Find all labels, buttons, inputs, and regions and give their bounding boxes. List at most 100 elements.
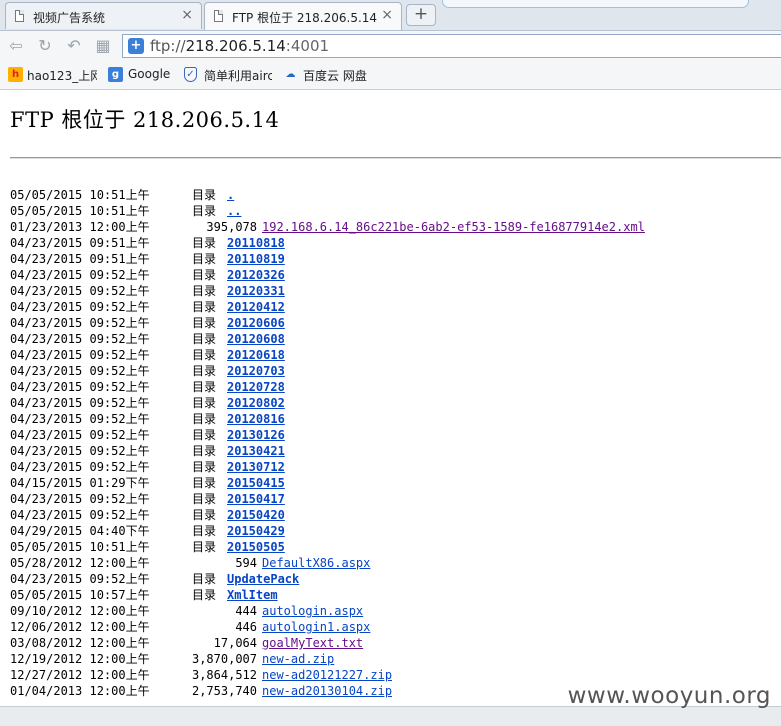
directory-link[interactable]: UpdatePack bbox=[227, 571, 299, 587]
list-item: 04/23/2015 09:52上午 目录 20120802 bbox=[10, 395, 781, 411]
directory-link[interactable]: 20120728 bbox=[227, 379, 285, 395]
list-item: 04/23/2015 09:52上午 目录 20120331 bbox=[10, 283, 781, 299]
file-link[interactable]: autologin.aspx bbox=[262, 603, 363, 619]
directory-link[interactable]: 20120326 bbox=[227, 267, 285, 283]
directory-link[interactable]: 20150420 bbox=[227, 507, 285, 523]
list-item: 04/29/2015 04:40下午 目录 20150429 bbox=[10, 523, 781, 539]
directory-link[interactable]: 20150429 bbox=[227, 523, 285, 539]
entry-type-label: 目录 bbox=[192, 412, 217, 426]
entry-date: 04/23/2015 09:52上午 bbox=[10, 380, 150, 394]
directory-link[interactable]: 20130712 bbox=[227, 459, 285, 475]
bookmarks-bar: h hao123_上网 g Google ✓ 简单利用airc ☁ 百度云 网盘 bbox=[0, 60, 781, 90]
directory-link[interactable]: 20110818 bbox=[227, 235, 285, 251]
list-item: 05/05/2015 10:57上午 目录 XmlItem bbox=[10, 587, 781, 603]
list-item: 04/23/2015 09:52上午 目录 20120728 bbox=[10, 379, 781, 395]
page-title: FTP 根位于 218.206.5.14 bbox=[10, 108, 280, 132]
bookmark-google[interactable]: Google bbox=[128, 67, 170, 81]
entry-type-label: 目录 bbox=[192, 460, 217, 474]
entry-size: 594 bbox=[235, 556, 257, 570]
bookmark-baidu-cloud[interactable]: 百度云 网盘 bbox=[303, 67, 371, 84]
entry-date: 04/23/2015 09:52上午 bbox=[10, 412, 150, 426]
entry-date: 04/23/2015 09:51上午 bbox=[10, 252, 150, 266]
entry-date: 04/23/2015 09:52上午 bbox=[10, 364, 150, 378]
file-link[interactable]: new-ad20121227.zip bbox=[262, 667, 392, 683]
bookmark-airc[interactable]: 简单利用airc bbox=[204, 67, 272, 84]
entry-date: 12/19/2012 12:00上午 bbox=[10, 652, 150, 666]
directory-link[interactable]: 20120606 bbox=[227, 315, 285, 331]
bookmark-hao123[interactable]: hao123_上网 bbox=[27, 67, 97, 84]
entry-date: 05/05/2015 10:51上午 bbox=[10, 540, 150, 554]
entry-type-label: 目录 bbox=[192, 492, 217, 506]
list-item: 01/23/2013 12:00上午 395,078 192.168.6.14_86… bbox=[10, 219, 781, 235]
url-host: 218.206.5.14 bbox=[185, 37, 286, 55]
directory-link[interactable]: 20130421 bbox=[227, 443, 285, 459]
directory-link[interactable]: 20120412 bbox=[227, 299, 285, 315]
entry-date: 05/28/2012 12:00上午 bbox=[10, 556, 150, 570]
directory-link[interactable]: 20120608 bbox=[227, 331, 285, 347]
directory-link[interactable]: .. bbox=[227, 203, 241, 219]
tab-title: FTP 根位于 218.206.5.14 bbox=[232, 11, 378, 25]
address-bar[interactable]: + ftp://218.206.5.14:4001 bbox=[122, 34, 781, 58]
directory-link[interactable]: 20150415 bbox=[227, 475, 285, 491]
divider bbox=[10, 157, 781, 159]
entry-type-label: 目录 bbox=[192, 204, 217, 218]
file-link[interactable]: autologin1.aspx bbox=[262, 619, 370, 635]
address-url[interactable]: ftp://218.206.5.14:4001 bbox=[150, 37, 329, 55]
undo-icon[interactable]: ↶ bbox=[64, 36, 84, 56]
back-icon[interactable]: ⇦ bbox=[6, 36, 26, 56]
directory-link[interactable]: . bbox=[227, 187, 234, 203]
list-item: 04/23/2015 09:52上午 目录 20130421 bbox=[10, 443, 781, 459]
list-item: 04/23/2015 09:52上午 目录 20130712 bbox=[10, 459, 781, 475]
page-icon bbox=[15, 10, 24, 22]
watermark: www.wooyun.org bbox=[567, 683, 771, 709]
tab-strip: 视频广告系统 × FTP 根位于 218.206.5.14 × + bbox=[0, 0, 781, 31]
new-tab-button[interactable]: + bbox=[406, 4, 436, 26]
entry-date: 04/23/2015 09:52上午 bbox=[10, 348, 150, 362]
list-item: 05/28/2012 12:00上午 594 DefaultX86.aspx bbox=[10, 555, 781, 571]
directory-link[interactable]: 20120618 bbox=[227, 347, 285, 363]
close-icon[interactable]: × bbox=[181, 7, 193, 23]
entry-date: 05/05/2015 10:51上午 bbox=[10, 188, 150, 202]
entry-size: 2,753,740 bbox=[191, 684, 257, 698]
entry-type-label: 目录 bbox=[192, 380, 217, 394]
file-link[interactable]: new-ad20130104.zip bbox=[262, 683, 392, 699]
directory-link[interactable]: 20120802 bbox=[227, 395, 285, 411]
close-icon[interactable]: × bbox=[381, 7, 393, 23]
file-link[interactable]: 192.168.6.14_86c221be-6ab2-ef53-1589-fe1… bbox=[262, 219, 645, 235]
entry-type-label: 目录 bbox=[192, 348, 217, 362]
status-bar bbox=[0, 706, 781, 726]
entry-type-label: 目录 bbox=[192, 316, 217, 330]
titlebar-pill bbox=[442, 0, 749, 8]
directory-link[interactable]: 20120331 bbox=[227, 283, 285, 299]
url-port: :4001 bbox=[285, 37, 330, 55]
file-link[interactable]: goalMyText.txt bbox=[262, 635, 363, 651]
list-item: 04/23/2015 09:52上午 目录 20120326 bbox=[10, 267, 781, 283]
directory-link[interactable]: 20110819 bbox=[227, 251, 285, 267]
directory-link[interactable]: 20150417 bbox=[227, 491, 285, 507]
directory-link[interactable]: XmlItem bbox=[227, 587, 278, 603]
directory-link[interactable]: 20150505 bbox=[227, 539, 285, 555]
refresh-icon[interactable]: ↻ bbox=[35, 36, 55, 56]
list-item: 04/23/2015 09:52上午 目录 20120618 bbox=[10, 347, 781, 363]
entry-date: 04/23/2015 09:52上午 bbox=[10, 332, 150, 346]
file-link[interactable]: DefaultX86.aspx bbox=[262, 555, 370, 571]
directory-listing: 05/05/2015 10:51上午 目录. 05/05/2015 10:51上午目… bbox=[10, 187, 781, 699]
list-item: 04/23/2015 09:52上午 目录 20120816 bbox=[10, 411, 781, 427]
directory-link[interactable]: 20120816 bbox=[227, 411, 285, 427]
entry-date: 04/23/2015 09:52上午 bbox=[10, 492, 150, 506]
file-link[interactable]: new-ad.zip bbox=[262, 651, 334, 667]
entry-date: 04/29/2015 04:40下午 bbox=[10, 524, 150, 538]
entry-type-label: 目录 bbox=[192, 268, 217, 282]
google-icon: g bbox=[108, 67, 123, 82]
directory-link[interactable]: 20130126 bbox=[227, 427, 285, 443]
entry-size: 395,078 bbox=[206, 220, 257, 234]
directory-link[interactable]: 20120703 bbox=[227, 363, 285, 379]
tab-ftp-root[interactable]: FTP 根位于 218.206.5.14 × bbox=[204, 2, 402, 30]
hao123-icon: h bbox=[8, 67, 23, 82]
tab-video-ad-system[interactable]: 视频广告系统 × bbox=[5, 2, 202, 29]
list-item: 04/23/2015 09:52上午 目录 20150417 bbox=[10, 491, 781, 507]
list-item: 04/23/2015 09:51上午 目录 20110819 bbox=[10, 251, 781, 267]
navigation-bar: ⇦ ↻ ↶ ▦ + ftp://218.206.5.14:4001 bbox=[0, 31, 781, 60]
apps-grid-icon[interactable]: ▦ bbox=[93, 36, 113, 56]
entry-date: 04/23/2015 09:52上午 bbox=[10, 316, 150, 330]
